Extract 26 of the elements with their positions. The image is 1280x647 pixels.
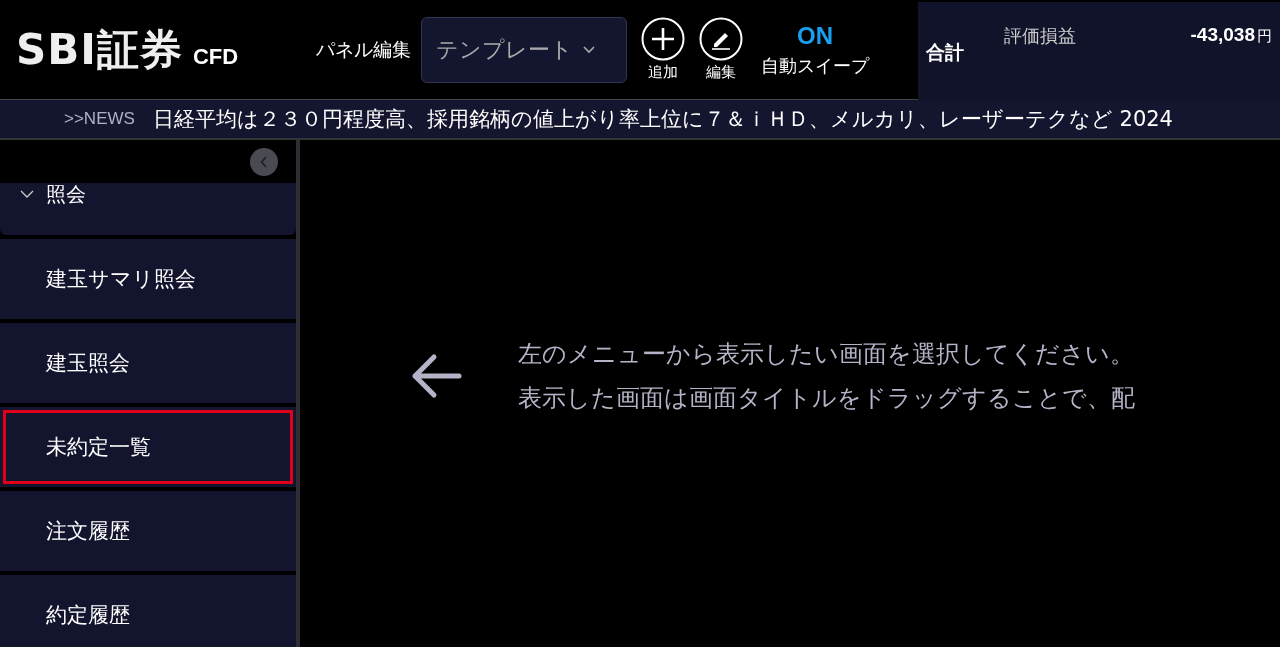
logo-text: SBI証券 [16, 23, 183, 76]
menu-item[interactable]: 建玉サマリ照会 [0, 239, 296, 319]
menu-item[interactable]: 約定履歴 [0, 575, 296, 647]
chevron-left-icon [260, 155, 268, 168]
news-tag: >>NEWS [64, 109, 135, 129]
plus-circle-icon [641, 17, 685, 61]
template-dropdown[interactable]: テンプレート [421, 16, 627, 83]
logo-subtext: CFD [192, 43, 239, 70]
pencil-circle-icon [699, 17, 743, 61]
edit-button[interactable]: 編集 [699, 17, 743, 82]
arrow-left-icon [410, 352, 462, 399]
news-headline[interactable]: 日経平均は２３０円程度高、採用銘柄の値上がり率上位に７＆ｉＨＤ、メルカリ、レーザーテクなど 2024 [152, 105, 1173, 133]
pnl-value: -43,038円 [1190, 24, 1272, 46]
chevron-down-icon [583, 45, 595, 54]
summary-title: 合計 [926, 40, 964, 65]
auto-sweep-toggle[interactable]: ON 自動スイープ [761, 21, 869, 78]
collapse-button[interactable] [250, 147, 278, 176]
menu-item[interactable]: 注文履歴 [0, 491, 296, 571]
menu-item[interactable]: 未約定一覧 [0, 407, 296, 487]
add-button[interactable]: 追加 [641, 17, 685, 82]
chevron-icon [20, 190, 34, 199]
menu-item[interactable]: 建玉照会 [0, 323, 296, 403]
pnl-label: 評価損益 [1004, 24, 1076, 48]
menu-group-header[interactable]: 照会 [0, 183, 296, 235]
panel-edit-label: パネル編集 [316, 36, 411, 62]
instruction-text: 左のメニューから表示したい画面を選択してください。 表示した画面は画面タイトルをドラッグすることで、配 [518, 338, 1135, 414]
